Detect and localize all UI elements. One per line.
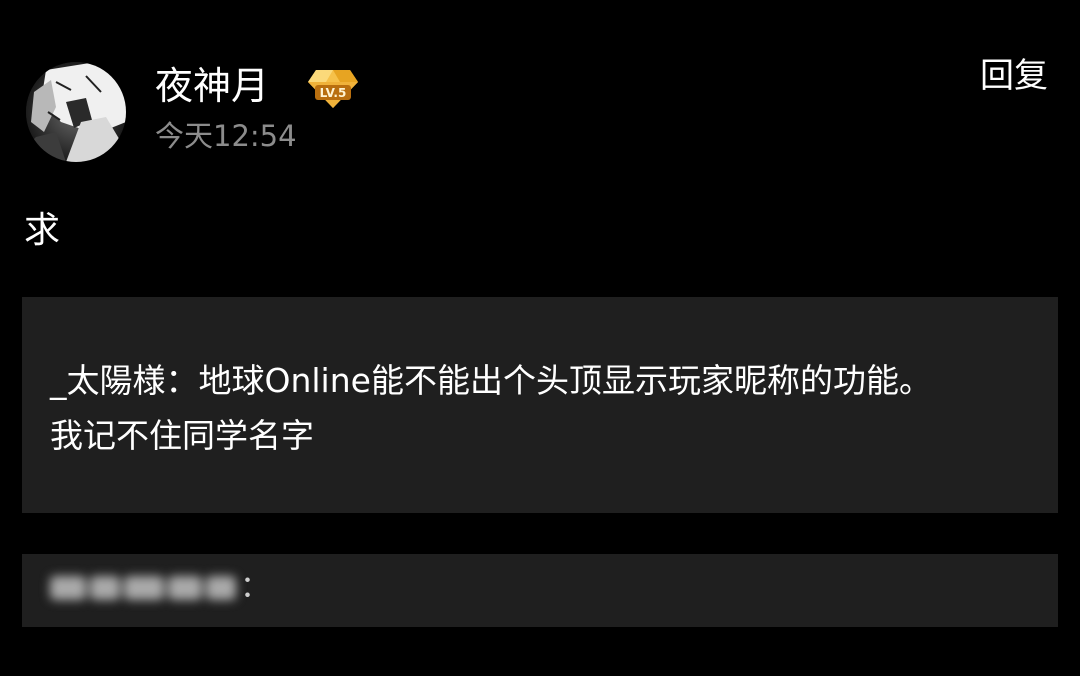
quoted-comment[interactable]: _太陽様：地球Online能不能出个头顶显示玩家昵称的功能。 我记不住同学名字 — [22, 297, 1058, 513]
anime-avatar-image — [26, 62, 126, 162]
username[interactable]: 夜神月 — [155, 62, 269, 110]
quote-line-1: _太陽様：地球Online能不能出个头顶显示玩家昵称的功能。 — [50, 353, 1030, 408]
quote-line-2: 我记不住同学名字 — [50, 416, 314, 455]
blurred-username — [50, 568, 240, 608]
timestamp: 今天12:54 — [155, 119, 297, 153]
sub-reply-colon: ： — [240, 570, 270, 605]
comment-text: 求 — [24, 210, 61, 251]
diamond-level-icon: LV.5 — [306, 66, 360, 110]
reply-button[interactable]: 回复 — [980, 54, 1048, 98]
level-badge-text: LV.5 — [320, 86, 347, 100]
quote-author[interactable]: _太陽様： — [50, 361, 199, 400]
quote-text: 地球Online能不能出个头顶显示玩家昵称的功能。 — [198, 361, 932, 400]
sub-reply-preview[interactable]: ： — [22, 554, 1058, 627]
avatar[interactable] — [26, 62, 126, 162]
